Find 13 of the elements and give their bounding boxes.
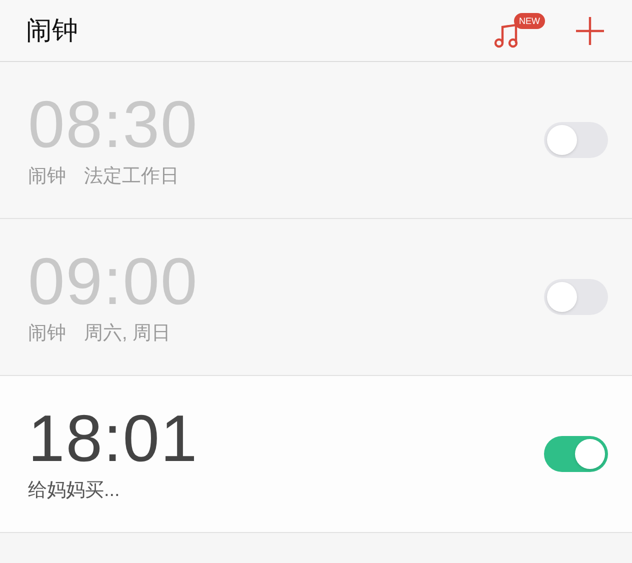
add-icon[interactable] <box>574 14 606 46</box>
music-button[interactable]: NEW <box>494 10 544 50</box>
alarm-label: 闹钟 <box>28 164 66 189</box>
repeat-days: 法定工作日 <box>84 162 179 192</box>
alarm-label: 闹钟 <box>28 322 66 346</box>
alarm-time: 18:01 <box>28 402 200 473</box>
toggle-switch[interactable] <box>544 122 608 158</box>
alarm-label: 给妈妈买... <box>28 478 120 503</box>
new-badge: NEW <box>514 12 545 28</box>
toggle-switch[interactable] <box>544 436 608 472</box>
toggle-switch[interactable] <box>544 279 608 315</box>
repeat-days: 周六, 周日 <box>84 320 171 348</box>
screen-title: 闹钟 <box>26 14 79 47</box>
